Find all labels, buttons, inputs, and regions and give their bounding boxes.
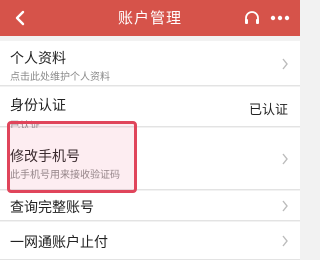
row-label: 一网通账户止付	[10, 235, 108, 251]
chevron-right-icon	[280, 57, 290, 71]
support-button[interactable]	[241, 7, 263, 29]
row-label: 身份认证	[10, 98, 66, 114]
chevron-right-icon	[280, 152, 290, 166]
more-button[interactable]	[266, 6, 294, 30]
more-dots-icon	[270, 15, 290, 21]
verification-status: 已认证	[248, 103, 288, 118]
row-account-stop-payment[interactable]: 一网通账户止付	[0, 222, 300, 260]
chevron-right-icon	[280, 199, 290, 213]
row-label: 个人资料	[10, 51, 66, 67]
row-query-full-account[interactable]: 查询完整账号	[0, 191, 300, 221]
headset-icon	[245, 11, 259, 24]
row-personal-info[interactable]: 个人资料 点击此处维护个人资料	[0, 41, 300, 86]
app-header: 账户管理	[0, 0, 300, 36]
row-label: 查询完整账号	[10, 200, 94, 216]
highlight-box	[7, 121, 137, 193]
row-subtitle: 点击此处维护个人资料	[10, 72, 110, 83]
chevron-right-icon	[280, 234, 290, 248]
